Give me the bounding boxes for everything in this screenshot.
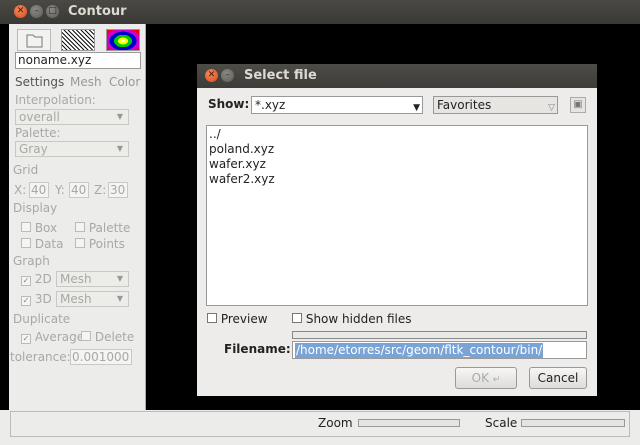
grid-y-input[interactable]: 40 [69, 182, 89, 198]
dialog-title: Select file [244, 68, 317, 83]
chevron-down-icon: ▽ [548, 103, 555, 113]
list-item[interactable]: poland.xyz [209, 142, 274, 156]
show-hidden-checkbox[interactable]: Show hidden files [292, 312, 412, 326]
duplicate-label: Duplicate [13, 312, 71, 326]
graph-3d-select[interactable]: Mesh ▼ [56, 291, 129, 307]
list-item[interactable]: wafer2.xyz [209, 172, 275, 186]
favorites-menu[interactable]: Favorites ▽ [433, 96, 558, 114]
average-radio[interactable]: ✓ Average [21, 330, 84, 344]
dialog-close-icon[interactable]: ✕ [205, 69, 218, 82]
chevron-down-icon: ▼ [116, 112, 124, 121]
tab-color[interactable]: Color [109, 75, 140, 89]
points-checkbox[interactable]: Points [75, 237, 125, 251]
graph-label: Graph [13, 254, 50, 268]
tab-mesh[interactable]: Mesh [70, 75, 102, 89]
chevron-down-icon: ▼ [116, 144, 124, 153]
filename-field[interactable]: noname.xyz [15, 52, 141, 69]
list-item[interactable]: wafer.xyz [209, 157, 266, 171]
dialog-minimize-icon[interactable]: – [221, 69, 234, 82]
scale-slider[interactable] [521, 419, 625, 427]
show-filter-select[interactable]: *.xyz ▼ [251, 96, 423, 114]
filename-selection: /home/etorres/src/geom/fltk_contour/bin/ [295, 343, 544, 358]
palette-checkbox[interactable]: Palette [75, 221, 130, 235]
grid-z-input[interactable]: 30 [108, 182, 128, 198]
zoom-label: Zoom [318, 416, 353, 430]
graph-3d-checkbox[interactable]: ✓ 3D [21, 292, 52, 306]
path-breadcrumb[interactable] [292, 331, 587, 339]
new-folder-icon: ▣ [573, 99, 583, 110]
preview-checkbox[interactable]: Preview [207, 312, 268, 326]
maximize-icon[interactable]: □ [46, 5, 59, 18]
filename-label: Filename: [224, 342, 291, 356]
grid-label: Grid [13, 163, 39, 177]
chevron-down-icon: ▼ [116, 294, 124, 303]
close-icon[interactable]: ✕ [14, 5, 27, 18]
palette-label: Palette: [15, 126, 61, 140]
tab-settings[interactable]: Settings [15, 75, 64, 89]
grid-y-label: Y: [55, 183, 65, 197]
return-icon: ↵ [492, 375, 501, 385]
folder-icon [26, 34, 43, 48]
ok-button[interactable]: OK ↵ [455, 367, 517, 389]
filename-input[interactable]: /home/etorres/src/geom/fltk_contour/bin/ [292, 341, 587, 359]
display-label: Display [13, 201, 58, 215]
minimize-icon[interactable]: – [30, 5, 43, 18]
scale-label: Scale [485, 416, 518, 430]
tolerance-input[interactable]: 0.001000 [70, 349, 132, 365]
grid-x-input[interactable]: 40 [29, 182, 49, 198]
grid-x-label: X: [14, 183, 27, 197]
file-list[interactable]: ../ poland.xyz wafer.xyz wafer2.xyz [206, 125, 588, 306]
tolerance-label: tolerance: [10, 350, 71, 364]
chevron-down-icon: ▼ [413, 103, 420, 113]
palette-select[interactable]: Gray ▼ [15, 141, 129, 157]
delete-radio[interactable]: Delete [81, 330, 134, 344]
interpolation-select[interactable]: overall ▼ [15, 109, 129, 125]
cancel-button[interactable]: Cancel [529, 367, 587, 389]
grid-z-label: Z: [94, 183, 107, 197]
new-folder-button[interactable]: ▣ [570, 97, 586, 113]
chevron-down-icon: ▼ [116, 274, 124, 283]
interpolation-label: Interpolation: [15, 93, 96, 107]
data-checkbox[interactable]: Data [21, 237, 63, 251]
zoom-slider[interactable] [358, 419, 460, 427]
list-item[interactable]: ../ [209, 127, 221, 141]
box-checkbox[interactable]: Box [21, 221, 57, 235]
show-label: Show: [208, 97, 250, 111]
open-folder-button[interactable] [17, 29, 51, 51]
data-preview-thumbnail[interactable] [61, 29, 95, 51]
contour-preview-thumbnail[interactable] [106, 29, 140, 51]
graph-2d-checkbox[interactable]: ✓ 2D [21, 272, 52, 286]
graph-2d-select[interactable]: Mesh ▼ [56, 271, 129, 287]
window-title: Contour [68, 4, 127, 19]
